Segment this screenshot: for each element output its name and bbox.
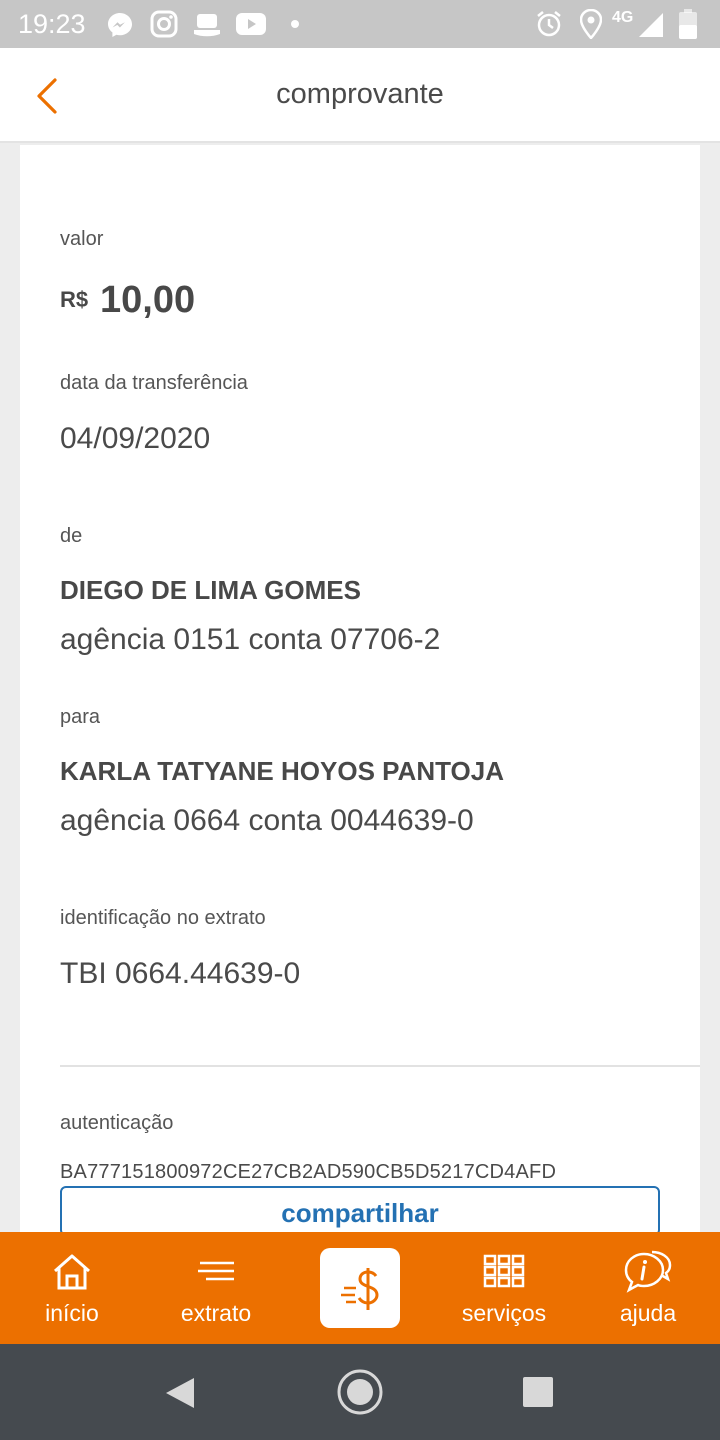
nav-label-inicio: início bbox=[45, 1300, 99, 1326]
to-name: KARLA TATYANE HOYOS PANTOJA bbox=[60, 756, 504, 786]
transfer-date: 04/09/2020 bbox=[60, 422, 211, 455]
system-nav-bar bbox=[0, 1344, 720, 1440]
nav-label-ajuda: ajuda bbox=[619, 1300, 677, 1326]
nav-item-extrato[interactable]: extrato bbox=[166, 1232, 266, 1344]
page-title: comprovante bbox=[276, 78, 444, 110]
to-account: agência 0664 conta 0044639-0 bbox=[60, 804, 474, 837]
recents-square-icon[interactable] bbox=[522, 1376, 554, 1408]
app-header: comprovante bbox=[0, 48, 720, 143]
statement-label: identificação no extrato bbox=[60, 907, 266, 929]
bottom-nav: início extrato serviços ajuda bbox=[0, 1232, 720, 1344]
divider bbox=[60, 1065, 700, 1067]
value-label: valor bbox=[60, 228, 104, 250]
transfer-button[interactable] bbox=[320, 1248, 400, 1328]
home-circle-icon[interactable] bbox=[336, 1368, 384, 1416]
youtube-icon bbox=[236, 13, 266, 35]
dot-icon bbox=[291, 20, 299, 28]
auth-label: autenticação bbox=[60, 1112, 174, 1134]
nav-item-servicos[interactable]: serviços bbox=[448, 1232, 560, 1344]
network-type: 4G bbox=[612, 9, 634, 26]
messenger-icon bbox=[108, 13, 132, 37]
amount-value: 10,00 bbox=[100, 279, 196, 321]
from-name: DIEGO DE LIMA GOMES bbox=[60, 575, 361, 605]
nav-item-ajuda[interactable]: ajuda bbox=[598, 1232, 698, 1344]
grid-icon bbox=[483, 1254, 525, 1288]
from-label: de bbox=[60, 525, 83, 547]
transfer-money-icon bbox=[341, 1268, 379, 1310]
status-bar: 19:23 4G bbox=[0, 0, 720, 48]
statement-id: TBI 0664.44639-0 bbox=[60, 957, 301, 990]
currency-symbol: R$ bbox=[60, 287, 89, 312]
share-button[interactable]: compartilhar bbox=[60, 1186, 660, 1232]
hat-icon bbox=[194, 14, 220, 37]
date-label: data da transferência bbox=[60, 372, 248, 394]
receipt-card: valor R$ 10,00 data da transferência 04/… bbox=[20, 145, 700, 1232]
back-triangle-icon[interactable] bbox=[164, 1376, 196, 1410]
instagram-icon bbox=[150, 10, 178, 38]
status-time: 19:23 bbox=[18, 9, 86, 39]
auth-code: BA777151800972CE27CB2AD590CB5D5217CD4AFD bbox=[60, 1161, 557, 1183]
nav-label-extrato: extrato bbox=[180, 1300, 252, 1326]
to-label: para bbox=[60, 706, 101, 728]
from-account: agência 0151 conta 07706-2 bbox=[60, 623, 441, 656]
alarm-icon bbox=[537, 11, 561, 37]
nav-item-inicio[interactable]: início bbox=[22, 1232, 122, 1344]
statement-icon bbox=[198, 1261, 234, 1281]
signal-icon bbox=[639, 13, 663, 37]
location-icon bbox=[580, 9, 602, 39]
nav-label-servicos: serviços bbox=[461, 1300, 547, 1326]
home-icon bbox=[54, 1254, 90, 1290]
help-chat-icon bbox=[624, 1250, 672, 1293]
battery-icon bbox=[679, 9, 697, 39]
